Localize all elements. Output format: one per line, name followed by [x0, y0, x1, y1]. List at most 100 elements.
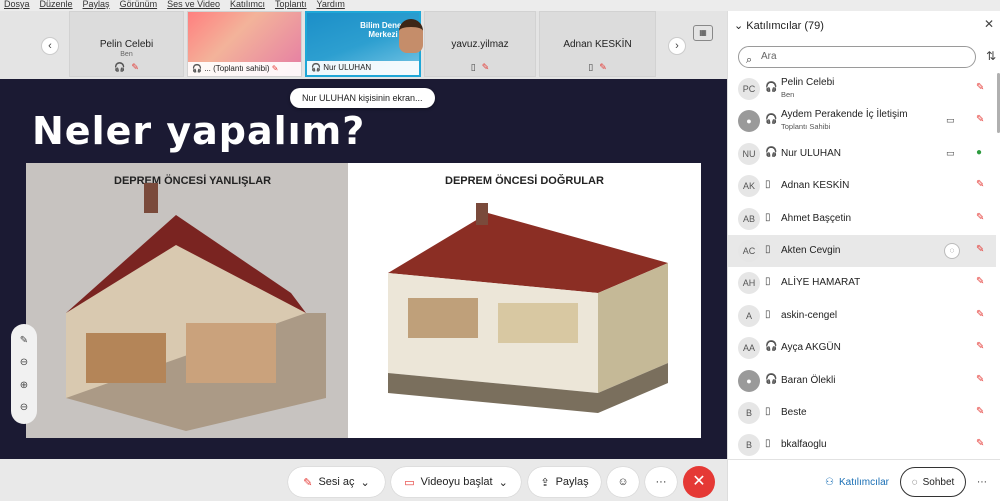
video-tile-nur[interactable]: Bilim Deney Merkezi 🎧 Nur ULUHAN [305, 11, 423, 77]
unmute-label: Sesi aç [318, 476, 355, 488]
person-icon: ⚇ [825, 476, 834, 488]
participant-row[interactable]: AC ▯ Akten Cevgin ◌ ✎ [728, 234, 996, 268]
participants-toggle-button[interactable]: ⚇ Katılımcılar [816, 467, 898, 497]
participant-row[interactable]: AA 🎧 Ayça AKGÜN ✎ [728, 332, 996, 364]
more-options-button[interactable]: ⋯ [970, 467, 994, 497]
chevron-down-icon[interactable]: ⌄ [361, 476, 370, 489]
unmute-button[interactable]: ✎ Sesi aç ⌄ [288, 467, 385, 497]
reactions-button[interactable]: ☺ [607, 467, 639, 497]
chat-toggle-button[interactable]: ◌ Sohbet [900, 467, 966, 497]
chevron-down-icon: ⌄ [734, 20, 747, 32]
chat-icon[interactable]: ◌ [944, 242, 960, 259]
speaker-face [399, 19, 423, 53]
camera-icon: ▭ [946, 115, 955, 126]
phone-icon: ▯ [765, 243, 771, 255]
mic-muted-icon: ✎ [599, 62, 607, 72]
participants-header[interactable]: ⌄ Katılımcılar (79) [734, 19, 824, 32]
participant-row[interactable]: AH ▯ ALİYE HAMARAT ✎ [728, 267, 996, 299]
video-tiles-strip: ‹ Pelin Celebi Ben 🎧 ✎ 🎧 ... (Toplantı sa… [0, 11, 727, 79]
leave-button[interactable]: ✕ [683, 466, 715, 498]
participant-row[interactable]: AB ▯ Ahmet Başçetin ✎ [728, 203, 996, 235]
phone-icon: ▯ [588, 62, 594, 72]
participant-name: Baran Ölekli [781, 374, 836, 386]
mic-muted-icon: ✎ [271, 64, 279, 73]
start-video-label: Videoyu başlat [420, 476, 493, 488]
sharing-banner[interactable]: Nur ULUHAN kişisinin ekran... [290, 88, 435, 108]
slide-panel-right: DEPREM ÖNCESİ DOĞRULAR [348, 163, 701, 438]
participant-name: askin-cengel [781, 309, 838, 321]
mic-muted-icon: ✎ [976, 438, 985, 450]
menu-file[interactable]: Dosya [4, 0, 30, 11]
shared-screen: Neler yapalım? Nur ULUHAN kişisinin ekra… [0, 79, 727, 459]
avatar: NU [738, 142, 760, 165]
more-button[interactable]: ··· [645, 467, 677, 497]
participant-search-input[interactable]: ⌕ Ara [738, 46, 976, 68]
start-video-button[interactable]: ▭ Videoyu başlat ⌄ [391, 467, 521, 497]
chevron-left-icon[interactable]: ‹ [41, 37, 59, 55]
headset-icon: 🎧 [311, 63, 324, 72]
participant-name: Aydem Perakende İç İletişim [781, 109, 908, 121]
participant-row[interactable]: B ▯ Beste ✎ [728, 397, 996, 429]
chat-btn-label: Sohbet [922, 476, 955, 488]
mic-muted-icon: ✎ [976, 308, 985, 320]
participant-name: Pelin Celebi [781, 77, 835, 88]
camera-off-icon: ▭ [404, 476, 415, 489]
participant-row[interactable]: AK ▯ Adnan KESKİN ✎ [728, 170, 996, 202]
avatar: A [738, 304, 760, 327]
video-tile-host[interactable]: 🎧 ... (Toplantı sahibi) ✎ [187, 11, 302, 77]
participant-name: bkalfaoglu [781, 439, 827, 451]
participant-row[interactable]: B ▯ bkalfaoglu ✎ [728, 429, 996, 461]
share-button[interactable]: ⇪ Paylaş [528, 467, 601, 497]
headset-icon: 🎧 [765, 114, 778, 126]
mic-muted-icon: ✎ [976, 114, 985, 126]
mic-muted-icon: ✎ [976, 179, 985, 191]
tile-sub: Ben [120, 51, 133, 58]
close-icon[interactable]: ✕ [984, 17, 994, 31]
mic-muted-icon: ✎ [976, 211, 985, 223]
menu-bar: Dosya Düzenle Paylaş Görünüm Ses ve Vide… [0, 0, 1000, 11]
participant-row[interactable]: ● 🎧 Aydem Perakende İç İletişim Toplantı… [728, 105, 996, 137]
menu-participant[interactable]: Katılımcı [230, 0, 265, 11]
participant-name: Akten Cevgin [781, 244, 841, 256]
menu-meeting[interactable]: Toplantı [275, 0, 307, 11]
fit-icon[interactable]: ⊖ [20, 357, 28, 368]
video-tile-pelin[interactable]: Pelin Celebi Ben 🎧 ✎ [69, 11, 184, 77]
panel-footer: ⚇ Katılımcılar ◌ Sohbet ⋯ [728, 459, 1000, 501]
menu-view[interactable]: Görünüm [120, 0, 158, 11]
participant-name: Beste [781, 406, 807, 418]
phone-icon: ▯ [765, 179, 771, 191]
video-tile-yavuz[interactable]: yavuz.yilmaz ▯ ✎ [424, 11, 536, 77]
participant-row[interactable]: PC 🎧 Pelin Celebi Ben ✎ [728, 73, 996, 105]
menu-audio-video[interactable]: Ses ve Video [167, 0, 220, 11]
sort-icon[interactable]: ⇅ [986, 49, 996, 63]
mic-muted-icon: ✎ [303, 476, 313, 489]
headset-icon: 🎧 [765, 341, 778, 353]
camera-icon: ▭ [946, 147, 955, 158]
mic-muted-icon: ✎ [131, 62, 139, 72]
headset-icon: 🎧 [114, 62, 126, 72]
participant-row[interactable]: ● 🎧 Baran Ölekli ✎ [728, 365, 996, 397]
mic-muted-icon: ✎ [481, 62, 490, 72]
participant-name: Adnan KESKİN [781, 180, 850, 192]
phone-icon: ▯ [765, 405, 771, 417]
chevron-right-icon[interactable]: › [668, 37, 686, 55]
more-icon: ⋯ [977, 476, 987, 488]
headset-icon: 🎧 [765, 82, 778, 93]
participant-row[interactable]: NU 🎧 Nur ULUHAN ▭ ● [728, 138, 996, 170]
pointer-icon[interactable]: ✎ [20, 335, 28, 346]
zoom-out-icon[interactable]: ⊖ [20, 402, 28, 413]
calendar-icon[interactable]: ▦ [693, 25, 713, 41]
tile-caption: 🎧 Nur ULUHAN [307, 61, 419, 75]
participant-row[interactable]: A ▯ askin-cengel ✎ [728, 300, 996, 332]
avatar: B [738, 434, 760, 457]
participant-name: ALİYE HAMARAT [781, 277, 861, 289]
headset-icon: 🎧 [192, 64, 205, 73]
zoom-in-icon[interactable]: ⊕ [20, 380, 28, 391]
menu-help[interactable]: Yardım [317, 0, 345, 11]
chevron-down-icon[interactable]: ⌄ [499, 476, 508, 489]
phone-icon: ▯ [765, 276, 771, 288]
menu-share[interactable]: Paylaş [83, 0, 110, 11]
menu-edit[interactable]: Düzenle [40, 0, 73, 11]
participant-role: Toplantı Sahibi [781, 122, 831, 132]
video-tile-adnan[interactable]: Adnan KESKİN ▯ ✎ [539, 11, 656, 77]
